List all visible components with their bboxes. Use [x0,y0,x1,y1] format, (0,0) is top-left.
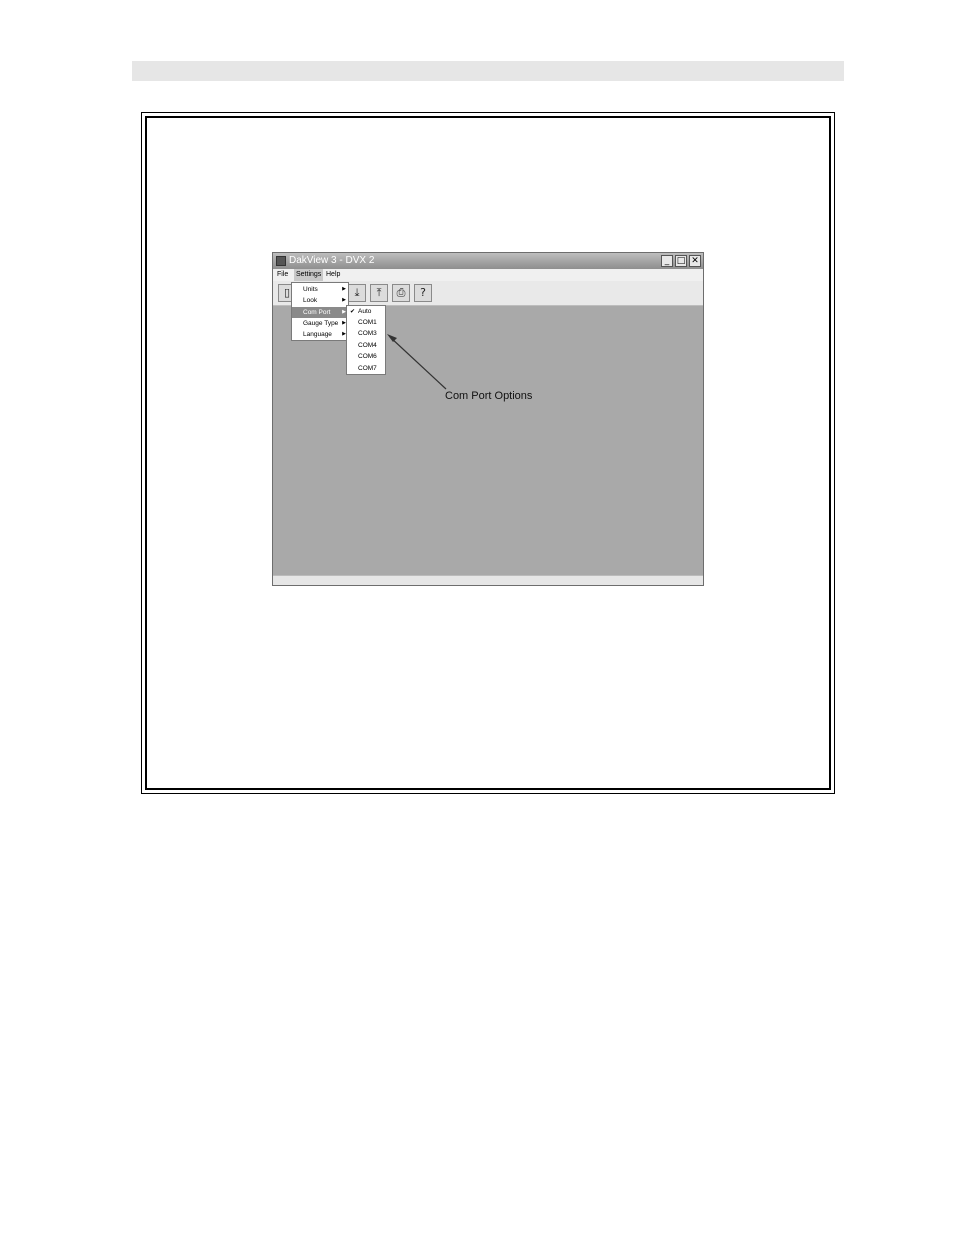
menu-item-com-port[interactable]: Com Port ▶ [292,307,348,318]
maximize-button[interactable]: □ [675,255,687,267]
com-port-item-com1[interactable]: COM1 [347,317,385,328]
menu-item-label: Gauge Type [303,320,339,327]
download-icon[interactable]: ⤓ [348,284,366,302]
menu-item-label: COM7 [358,365,377,372]
callout-label: Com Port Options [445,390,533,402]
title-bar[interactable]: DakView 3 - DVX 2 _ □ ✕ [273,253,703,269]
upload-icon[interactable]: ⤒ [370,284,388,302]
menu-settings[interactable]: Settings [294,269,324,281]
menu-item-label: COM4 [358,342,377,349]
menu-item-label: Language [303,331,332,338]
com-port-item-auto[interactable]: ✔ Auto [347,306,385,317]
submenu-arrow-icon: ▶ [342,286,346,292]
menu-help[interactable]: Help [326,269,340,281]
settings-menu: Units ▶ Look ▶ Com Port ▶ Gauge Type ▶ L… [291,282,349,341]
menu-item-label: Auto [358,308,372,315]
close-button[interactable]: ✕ [689,255,701,267]
menu-item-label: COM1 [358,319,377,326]
com-port-item-com6[interactable]: COM6 [347,351,385,362]
checkmark-icon: ✔ [350,308,356,315]
menu-file[interactable]: File [277,269,288,281]
com-port-menu: ✔ Auto COM1 COM3 COM4 COM6 COM7 [346,305,386,375]
help-icon[interactable]: ? [414,284,432,302]
menu-item-label: COM6 [358,353,377,360]
com-port-item-com3[interactable]: COM3 [347,328,385,339]
menu-item-label: Com Port [303,309,331,316]
window-title: DakView 3 - DVX 2 [289,255,375,266]
menu-item-units[interactable]: Units ▶ [292,284,348,295]
menu-item-look[interactable]: Look ▶ [292,295,348,306]
menu-bar: File Settings Help [273,269,703,281]
com-port-item-com4[interactable]: COM4 [347,340,385,351]
com-port-item-com7[interactable]: COM7 [347,363,385,374]
menu-item-label: COM3 [358,330,377,337]
menu-item-label: Look [303,297,318,304]
menu-item-language[interactable]: Language ▶ [292,329,348,340]
print-icon[interactable]: ⎙ [392,284,410,302]
page-header-bar [132,61,844,81]
menu-item-gauge-type[interactable]: Gauge Type ▶ [292,318,348,329]
minimize-button[interactable]: _ [661,255,673,267]
app-icon [276,256,286,266]
status-bar [273,575,703,585]
menu-item-label: Units [303,286,318,293]
